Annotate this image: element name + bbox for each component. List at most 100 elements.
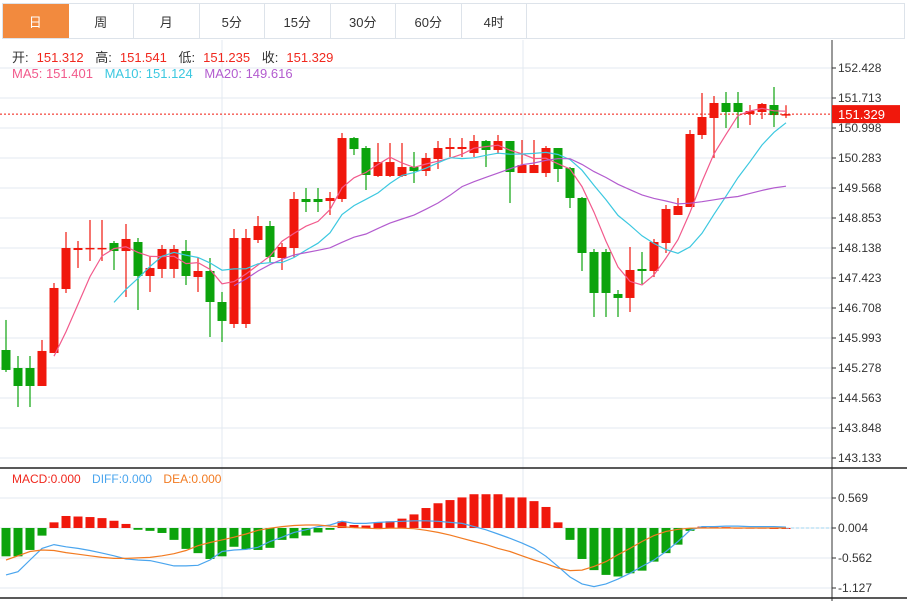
- macd-bar: [493, 494, 503, 528]
- price-tick-label: 150.283: [838, 151, 882, 165]
- price-tick-label: 149.568: [838, 181, 882, 195]
- macd-panel: [1, 494, 832, 588]
- candle-down: [565, 168, 575, 198]
- candle-down: [313, 198, 323, 203]
- low-value: 151.235: [203, 50, 251, 65]
- candle-up: [661, 208, 671, 244]
- macd-bar: [49, 522, 59, 528]
- kline-chart[interactable]: 152.428151.713150.998150.283149.568148.8…: [0, 0, 907, 601]
- price-tick-label: 147.423: [838, 271, 882, 285]
- macd-bar: [265, 527, 275, 548]
- macd-bar: [421, 508, 431, 528]
- last-price-label: 151.329: [838, 107, 885, 122]
- candle-up: [469, 141, 479, 154]
- macd-bar: [397, 518, 407, 528]
- close-label: 收:: [261, 50, 279, 65]
- macd-bar: [325, 527, 335, 530]
- candle-down: [205, 270, 215, 302]
- macd-bar: [37, 527, 47, 536]
- candle-down: [589, 251, 599, 293]
- candle-down: [13, 368, 23, 386]
- macd-bar: [73, 516, 83, 528]
- candle-up: [277, 246, 287, 258]
- candle-down: [481, 141, 491, 150]
- candle-up: [193, 270, 203, 277]
- macd-bar: [553, 522, 563, 528]
- macd-bar: [469, 494, 479, 528]
- price-tick-label: 145.278: [838, 361, 882, 375]
- candle-up: [253, 226, 263, 240]
- macd-bar: [97, 518, 107, 528]
- candle-down: [577, 197, 587, 253]
- macd-bar: [121, 523, 131, 528]
- macd-bar: [25, 527, 35, 550]
- macd-bar: [589, 527, 599, 571]
- close-value: 151.329: [286, 50, 334, 65]
- candle-down: [721, 102, 731, 113]
- ma-lines: [53, 107, 787, 357]
- candle-down: [25, 368, 35, 386]
- candle-down: [601, 251, 611, 293]
- macd-bar: [133, 527, 143, 530]
- grid: [0, 40, 832, 598]
- ma5-value: MA5: 151.401: [12, 66, 93, 81]
- candle-up: [337, 138, 347, 199]
- macd-bar: [601, 527, 611, 575]
- candle-down: [1, 350, 11, 370]
- open-value: 151.312: [36, 50, 84, 65]
- ohlc-info: 开: 151.312 高: 151.541 低: 151.235 收: 151.329: [12, 47, 341, 66]
- ma20-value: MA20: 149.616: [204, 66, 293, 81]
- macd-bar: [529, 501, 539, 528]
- macd-bar: [13, 527, 23, 557]
- candle-down: [637, 268, 647, 271]
- candle-up: [445, 147, 455, 150]
- price-tick-label: 148.853: [838, 211, 882, 225]
- candle-up: [433, 148, 443, 160]
- candle-down: [349, 138, 359, 150]
- ma-info: MA5: 151.401 MA10: 151.124 MA20: 149.616: [12, 66, 301, 81]
- dea-value: DEA:0.000: [163, 472, 222, 486]
- macd-bar: [313, 527, 323, 533]
- macd-bar: [193, 527, 203, 554]
- macd-info: MACD:0.000 DIFF:0.000 DEA:0.000: [12, 472, 229, 486]
- macd-bar: [565, 527, 575, 540]
- ma10-value: MA10: 151.124: [104, 66, 193, 81]
- candle-up: [49, 287, 59, 353]
- candle-up: [649, 242, 659, 271]
- candle-down: [613, 293, 623, 298]
- candle-up: [457, 147, 467, 150]
- macd-bar: [61, 515, 71, 528]
- macd-bar: [433, 503, 443, 528]
- price-tick-label: 152.428: [838, 61, 882, 75]
- candle-up: [325, 197, 335, 202]
- candle-up: [97, 247, 107, 250]
- candle-up: [85, 247, 95, 250]
- price-tick-label: 145.993: [838, 331, 882, 345]
- macd-bar: [157, 527, 167, 533]
- candle-up: [529, 165, 539, 174]
- macd-bar: [109, 520, 119, 528]
- macd-bar: [181, 527, 191, 549]
- macd-tick-label: 0.004: [838, 521, 868, 535]
- price-tick-label: 146.708: [838, 301, 882, 315]
- macd-bar: [481, 494, 491, 528]
- macd-bar: [145, 527, 155, 531]
- macd-bar: [1, 527, 11, 557]
- macd-tick-label: -0.562: [838, 551, 872, 565]
- macd-bar: [169, 527, 179, 540]
- ma5-line: [53, 107, 787, 357]
- candle-down: [133, 242, 143, 276]
- high-label: 高:: [95, 50, 112, 65]
- candle-up: [709, 102, 719, 119]
- price-tick-label: 144.563: [838, 391, 882, 405]
- macd-bar: [649, 527, 659, 562]
- candle-up: [625, 269, 635, 298]
- macd-bar: [85, 517, 95, 528]
- candle-down: [217, 302, 227, 321]
- macd-bar: [613, 527, 623, 577]
- macd-bar: [577, 527, 587, 559]
- price-tick-label: 148.138: [838, 241, 882, 255]
- price-tick-label: 143.848: [838, 421, 882, 435]
- candle-up: [73, 248, 83, 251]
- macd-tick-label: 0.569: [838, 491, 868, 505]
